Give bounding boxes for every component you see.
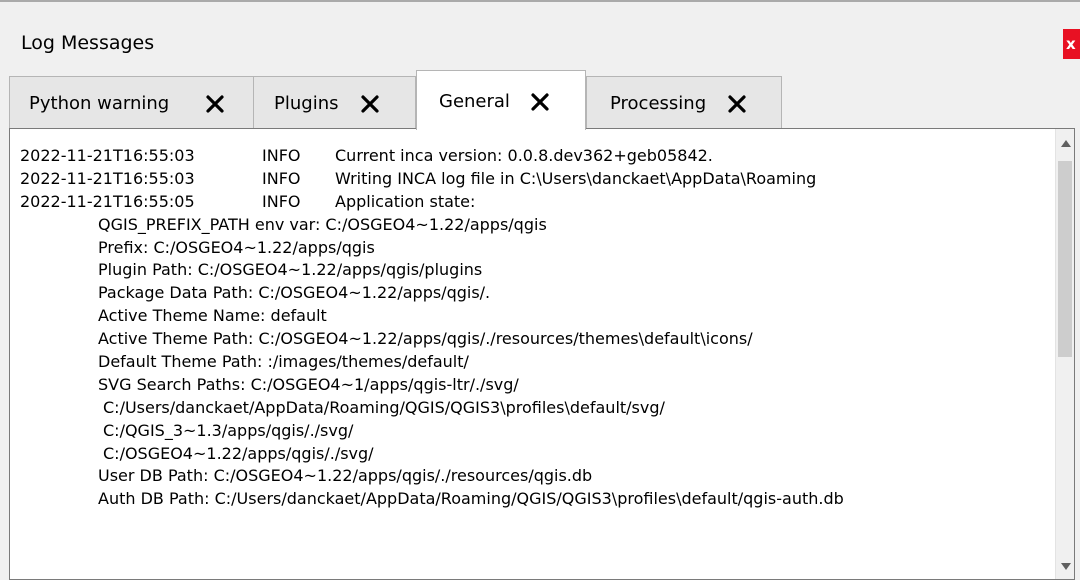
log-detail-line: Package Data Path: C:/OSGEO4~1.22/apps/q… bbox=[20, 282, 1050, 305]
log-detail-text: SVG Search Paths: C:/OSGEO4~1/apps/qgis-… bbox=[98, 374, 519, 394]
log-detail-text: Default Theme Path: :/images/themes/defa… bbox=[98, 352, 469, 372]
close-x-icon[interactable] bbox=[205, 94, 225, 114]
log-svg-path-line: C:/OSGEO4~1.22/apps/qgis/./svg/ bbox=[20, 443, 1050, 466]
close-x-icon[interactable] bbox=[360, 94, 380, 114]
log-message: Writing INCA log file in C:\Users\dancka… bbox=[335, 168, 817, 188]
log-detail-line: User DB Path: C:/OSGEO4~1.22/apps/qgis/.… bbox=[20, 465, 1050, 488]
log-timestamp: 2022-11-21T16:55:03 bbox=[20, 168, 195, 188]
vertical-scrollbar[interactable] bbox=[1055, 129, 1074, 579]
log-detail-line: QGIS_PREFIX_PATH env var: C:/OSGEO4~1.22… bbox=[20, 214, 1050, 237]
log-lines: 2022-11-21T16:55:03 INFO Current inca ve… bbox=[20, 145, 1050, 511]
log-detail-line: Auth DB Path: C:/Users/danckaet/AppData/… bbox=[20, 488, 1050, 511]
tab-label: Python warning bbox=[29, 93, 170, 114]
log-detail-text: Plugin Path: C:/OSGEO4~1.22/apps/qgis/pl… bbox=[98, 260, 483, 280]
log-entry: 2022-11-21T16:55:03 INFO Writing INCA lo… bbox=[20, 168, 1050, 191]
log-detail-text: C:/Users/danckaet/AppData/Roaming/QGIS/Q… bbox=[103, 397, 665, 417]
log-message: Current inca version: 0.0.8.dev362+geb05… bbox=[335, 146, 713, 165]
log-entry: 2022-11-21T16:55:05 INFO Application sta… bbox=[20, 191, 1050, 214]
log-detail-line: Active Theme Path: C:/OSGEO4~1.22/apps/q… bbox=[20, 328, 1050, 351]
log-svg-path-line: C:/QGIS_3~1.3/apps/qgis/./svg/ bbox=[20, 420, 1050, 443]
log-timestamp: 2022-11-21T16:55:05 bbox=[20, 191, 195, 211]
log-detail-text: Active Theme Name: default bbox=[98, 306, 327, 326]
log-detail-text: Package Data Path: C:/OSGEO4~1.22/apps/q… bbox=[98, 283, 491, 303]
log-level: INFO bbox=[262, 146, 301, 165]
log-entry: 2022-11-21T16:55:03 INFO Current inca ve… bbox=[20, 145, 1050, 168]
tab-label: Processing bbox=[610, 93, 707, 114]
log-level: INFO bbox=[262, 191, 301, 211]
log-svg-path-line: C:/Users/danckaet/AppData/Roaming/QGIS/Q… bbox=[20, 397, 1050, 420]
scrollbar-thumb[interactable] bbox=[1058, 161, 1072, 357]
log-detail-line: Prefix: C:/OSGEO4~1.22/apps/qgis bbox=[20, 237, 1050, 260]
log-text-area[interactable]: 2022-11-21T16:55:03 INFO Current inca ve… bbox=[9, 128, 1075, 580]
close-x-icon[interactable] bbox=[727, 94, 747, 114]
log-detail-text: Auth DB Path: C:/Users/danckaet/AppData/… bbox=[98, 489, 844, 509]
dock-title-bar[interactable]: Log Messages x bbox=[0, 2, 1080, 68]
tab-python-warning[interactable]: Python warning bbox=[9, 76, 254, 128]
log-detail-line: Default Theme Path: :/images/themes/defa… bbox=[20, 351, 1050, 374]
close-panel-button[interactable]: x bbox=[1063, 29, 1080, 59]
log-detail-line: Active Theme Name: default bbox=[20, 305, 1050, 328]
tab-general[interactable]: General bbox=[416, 70, 586, 130]
log-detail-line: Plugin Path: C:/OSGEO4~1.22/apps/qgis/pl… bbox=[20, 259, 1050, 282]
log-detail-text: QGIS_PREFIX_PATH env var: C:/OSGEO4~1.22… bbox=[98, 214, 547, 234]
close-x-icon[interactable] bbox=[530, 92, 550, 112]
tab-label: Plugins bbox=[274, 93, 339, 114]
log-detail-line: SVG Search Paths: C:/OSGEO4~1/apps/qgis-… bbox=[20, 374, 1050, 397]
tab-plugins[interactable]: Plugins bbox=[253, 76, 416, 128]
log-detail-text: Prefix: C:/OSGEO4~1.22/apps/qgis bbox=[98, 237, 375, 257]
panel-title: Log Messages bbox=[21, 32, 155, 54]
triangle-down-icon[interactable] bbox=[1061, 563, 1071, 571]
log-message: Application state: bbox=[335, 191, 476, 211]
triangle-up-icon[interactable] bbox=[1061, 139, 1071, 147]
log-detail-text: Active Theme Path: C:/OSGEO4~1.22/apps/q… bbox=[98, 329, 753, 349]
log-detail-text: C:/OSGEO4~1.22/apps/qgis/./svg/ bbox=[103, 443, 374, 463]
log-timestamp: 2022-11-21T16:55:03 bbox=[20, 146, 195, 165]
tab-label: General bbox=[439, 91, 510, 112]
log-level: INFO bbox=[262, 168, 301, 188]
log-detail-text: User DB Path: C:/OSGEO4~1.22/apps/qgis/.… bbox=[98, 466, 593, 486]
log-detail-text: C:/QGIS_3~1.3/apps/qgis/./svg/ bbox=[103, 420, 354, 440]
tab-processing[interactable]: Processing bbox=[586, 76, 782, 128]
